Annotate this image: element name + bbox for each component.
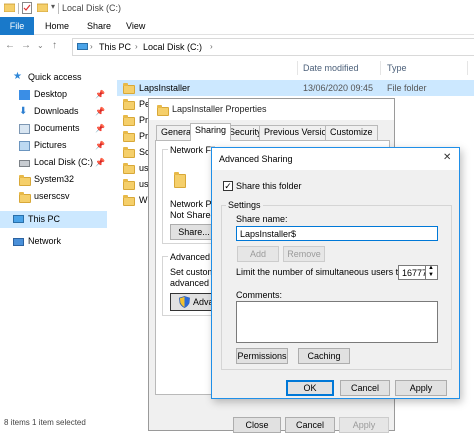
caching-button[interactable]: Caching: [298, 348, 350, 364]
pin-icon[interactable]: 📌: [95, 124, 105, 133]
sidebar-item-system32[interactable]: System32: [0, 172, 107, 188]
folder-icon: [123, 99, 135, 110]
user-limit-input[interactable]: 16777: [398, 265, 426, 280]
tab-customize[interactable]: Customize: [325, 125, 378, 140]
share-name-input[interactable]: LapsInstaller$: [236, 226, 438, 241]
file-name: LapsInstaller: [139, 83, 191, 93]
pin-icon[interactable]: 📌: [95, 141, 105, 150]
file-type: File folder: [387, 83, 427, 93]
folder-icon: [123, 163, 135, 174]
back-arrow-icon[interactable]: ←: [5, 40, 15, 51]
breadcrumb-chevron-icon: ›: [135, 42, 138, 51]
new-folder-icon[interactable]: [36, 3, 49, 13]
cancel-button[interactable]: Cancel: [340, 380, 390, 396]
sidebar-item-pictures[interactable]: Pictures 📌: [0, 138, 107, 154]
documents-icon: [19, 124, 30, 134]
sidebar-item-quick-access[interactable]: ★ Quick access: [0, 70, 107, 86]
close-icon[interactable]: ✕: [443, 152, 451, 163]
share-this-folder-checkbox[interactable]: ✓: [223, 181, 233, 191]
properties-title: LapsInstaller Properties: [172, 104, 267, 114]
sidebar-item-local-disk[interactable]: Local Disk (C:) 📌: [0, 155, 107, 171]
settings-label: Settings: [226, 200, 263, 210]
pin-icon[interactable]: 📌: [95, 90, 105, 99]
spin-down-icon[interactable]: ▼: [428, 272, 434, 278]
star-icon: ★: [13, 71, 22, 82]
folder-icon: [123, 179, 135, 190]
address-bar[interactable]: › This PC › Local Disk (C:) ›: [72, 38, 474, 56]
not-shared-text: Not Shared: [170, 210, 216, 220]
comments-label: Comments:: [236, 290, 283, 300]
folder-icon: [174, 172, 186, 188]
quick-access-dropdown-icon[interactable]: ▾: [51, 2, 55, 11]
up-arrow-icon[interactable]: ↑: [52, 40, 57, 51]
user-limit-label: Limit the number of simultaneous users t…: [236, 267, 406, 277]
share-name-label: Share name:: [236, 214, 288, 224]
recent-locations-icon[interactable]: ⌄: [37, 41, 44, 50]
shield-icon: [179, 296, 190, 308]
tab-home[interactable]: Home: [39, 17, 75, 35]
breadcrumb-this-pc[interactable]: This PC: [99, 42, 131, 52]
pin-icon[interactable]: 📌: [95, 107, 105, 116]
file-date: 13/06/2020 09:45: [303, 83, 374, 93]
breadcrumb-chevron-icon: ›: [90, 42, 93, 51]
tab-view[interactable]: View: [120, 17, 151, 35]
breadcrumb-local-disk[interactable]: Local Disk (C:): [143, 42, 202, 52]
folder-icon: [19, 192, 31, 203]
properties-title-bar: LapsInstaller Properties: [149, 99, 394, 120]
pin-icon[interactable]: 📌: [95, 158, 105, 167]
advanced-sharing-title-bar: Advanced Sharing ✕: [212, 148, 459, 170]
folder-icon: [123, 195, 135, 206]
tab-sharing[interactable]: Sharing: [190, 123, 232, 141]
folder-icon: [123, 147, 135, 158]
desktop-icon: [19, 90, 30, 100]
window-title: Local Disk (C:): [62, 3, 122, 13]
spin-up-icon[interactable]: ▲: [428, 265, 434, 271]
folder-icon: [19, 175, 31, 186]
file-row-lapsinstaller[interactable]: LapsInstaller 13/06/2020 09:45 File fold…: [117, 80, 474, 96]
pc-icon: [13, 215, 24, 223]
status-bar-text: 8 items 1 item selected: [4, 418, 86, 427]
folder-icon: [123, 83, 135, 94]
title-bar: ▾ Local Disk (C:): [0, 0, 474, 17]
ribbon-tabs: File Home Share View: [0, 17, 474, 35]
sidebar-item-downloads[interactable]: ⬇ Downloads 📌: [0, 104, 107, 120]
sidebar-item-network[interactable]: Network: [0, 234, 107, 250]
drive-icon: [19, 160, 30, 167]
folder-icon: [3, 3, 16, 13]
breadcrumb-chevron-icon: ›: [210, 42, 213, 51]
folder-icon: [157, 105, 169, 116]
folder-icon: [123, 115, 135, 126]
apply-button[interactable]: Apply: [395, 380, 447, 396]
remove-button[interactable]: Remove: [283, 246, 325, 262]
folder-icon: [123, 131, 135, 142]
share-this-folder-label: Share this folder: [236, 181, 302, 191]
column-header-type[interactable]: Type: [387, 63, 407, 73]
sidebar-item-userscsv[interactable]: userscsv: [0, 189, 107, 205]
navigation-pane: ★ Quick access Desktop 📌 ⬇ Downloads 📌 D…: [0, 58, 107, 431]
advanced-sharing-dialog: Advanced Sharing ✕ ✓ Share this folder S…: [211, 147, 460, 399]
network-icon: [13, 238, 24, 246]
pc-icon: [77, 43, 88, 51]
add-button[interactable]: Add: [237, 246, 279, 262]
forward-arrow-icon[interactable]: →: [21, 40, 31, 51]
download-arrow-icon: ⬇: [19, 106, 28, 117]
tab-file[interactable]: File: [0, 17, 34, 35]
tab-share[interactable]: Share: [81, 17, 117, 35]
pictures-icon: [19, 141, 30, 151]
permissions-button[interactable]: Permissions: [236, 348, 288, 364]
properties-icon[interactable]: [22, 2, 32, 14]
advanced-sharing-title: Advanced Sharing: [219, 154, 293, 164]
sidebar-item-documents[interactable]: Documents 📌: [0, 121, 107, 137]
sidebar-item-this-pc[interactable]: This PC: [0, 211, 107, 228]
column-header-date[interactable]: Date modified: [303, 63, 359, 73]
ok-button[interactable]: OK: [286, 380, 334, 396]
comments-textarea[interactable]: [236, 301, 438, 343]
user-limit-spinner[interactable]: ▲ ▼: [426, 265, 438, 280]
sidebar-item-desktop[interactable]: Desktop 📌: [0, 87, 107, 103]
